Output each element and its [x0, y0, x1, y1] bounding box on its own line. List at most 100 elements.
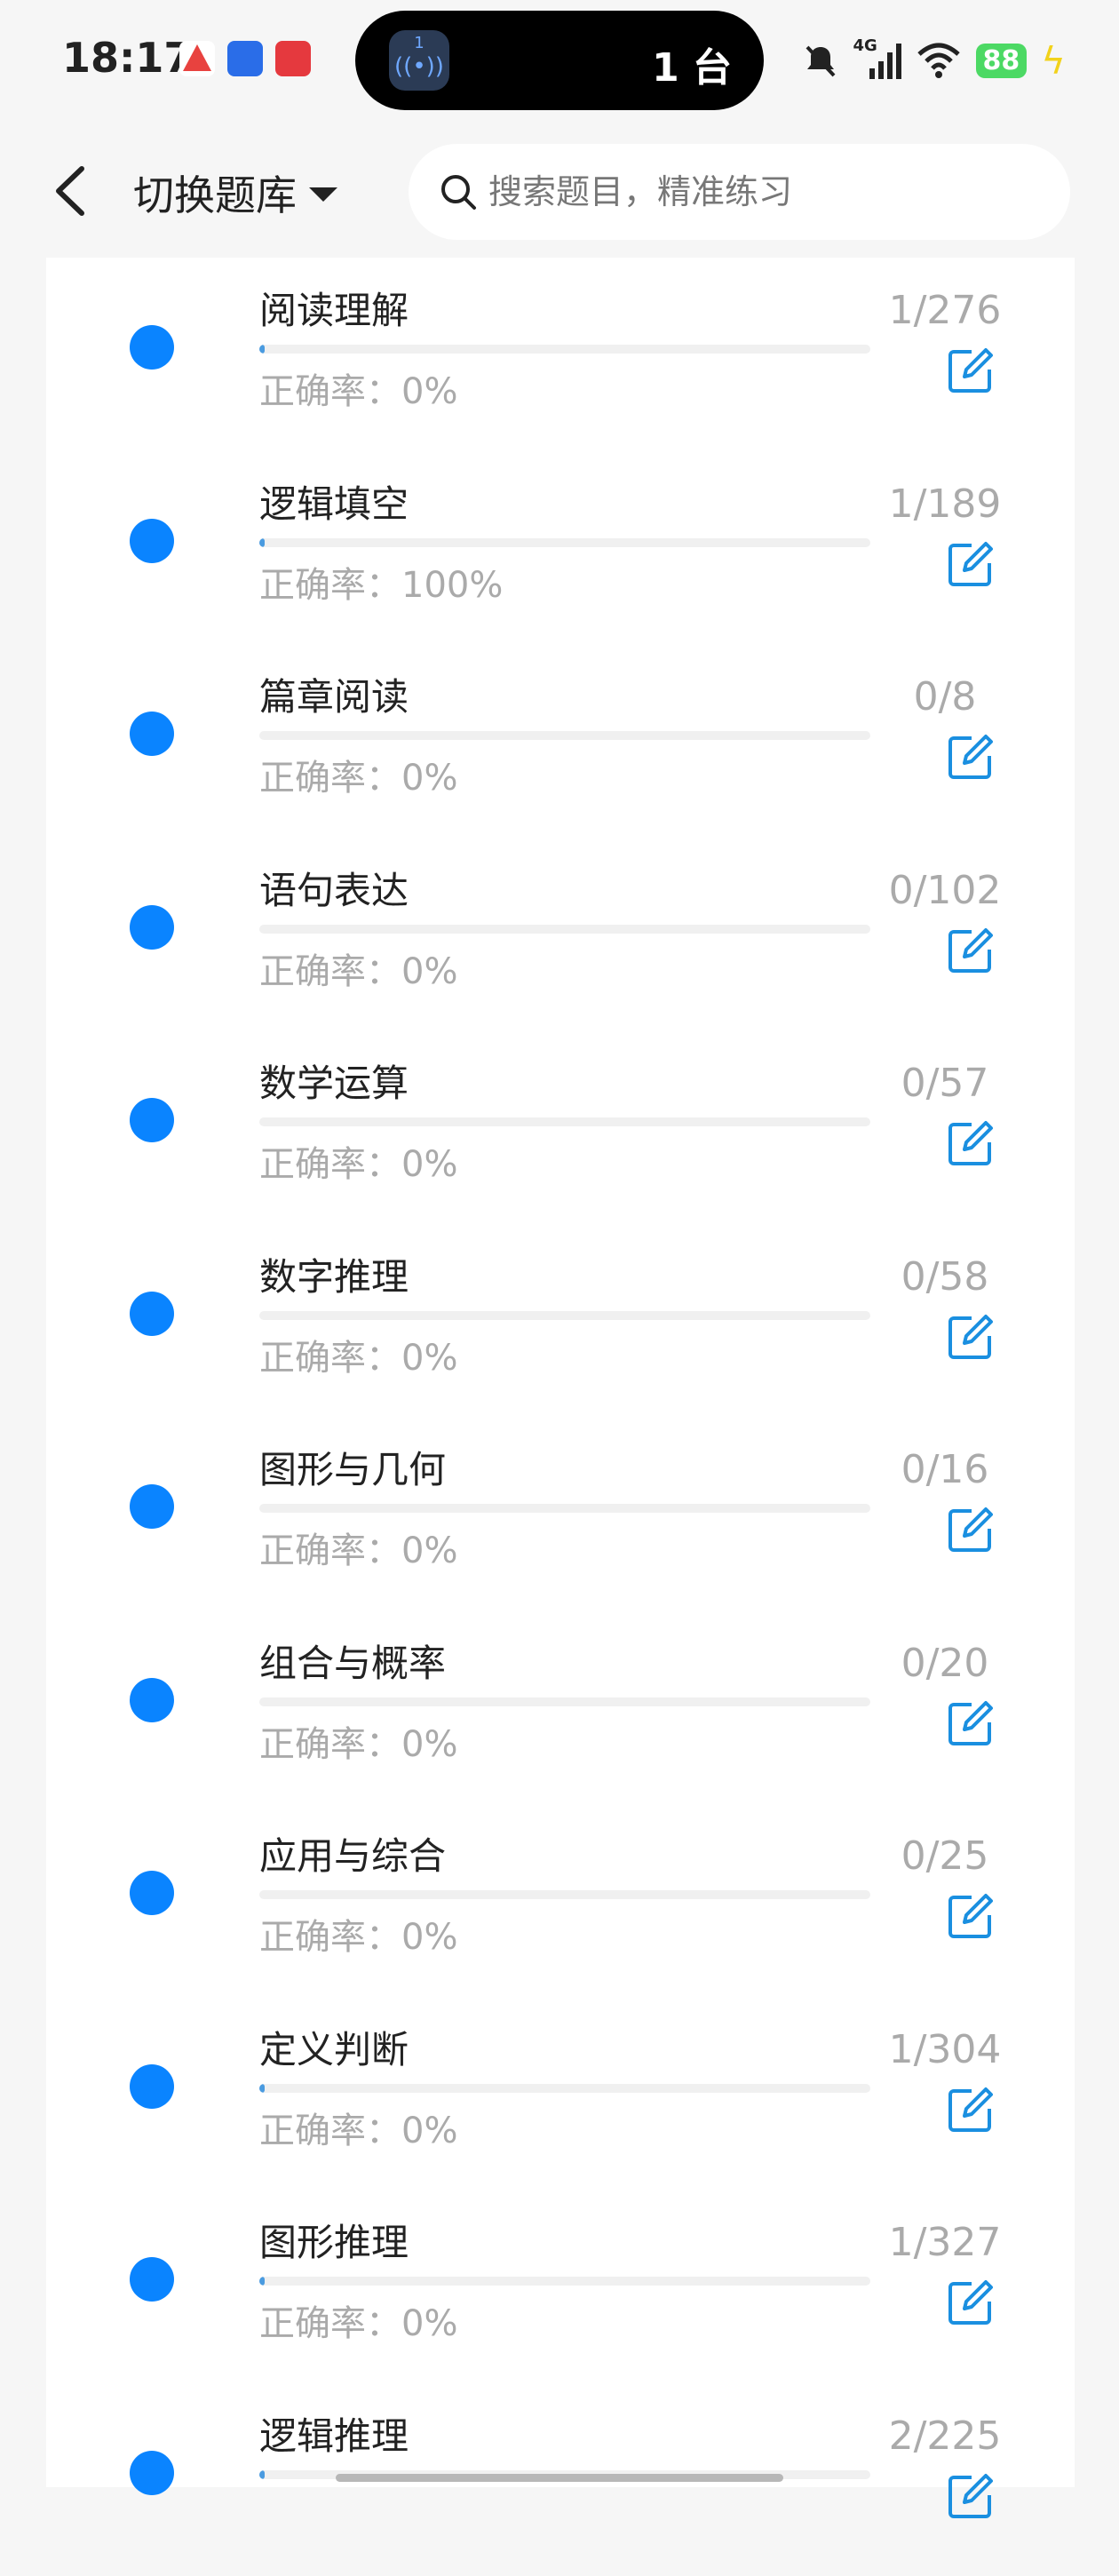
done-count: 0/16 — [901, 1447, 989, 1492]
category-title: 数字推理 — [259, 1254, 409, 1299]
status-dot — [130, 1871, 174, 1915]
status-dot — [130, 325, 174, 370]
category-title: 语句表达 — [259, 868, 409, 912]
list-item[interactable]: 图形与几何正确率：0% 0/16 — [46, 1417, 1075, 1610]
switch-bank-label: 切换题库 — [133, 171, 297, 219]
done-count: 0/20 — [901, 1640, 989, 1686]
signal-badge-icon: 1 ((•)) — [389, 30, 449, 91]
done-count: 1/189 — [888, 481, 1002, 527]
list-item[interactable]: 图形推理 正确率：0% 1/327 — [46, 2190, 1075, 2382]
notification-app-icon — [275, 41, 311, 76]
category-title: 数学运算 — [259, 1061, 409, 1105]
top-bar: 切换题库 — [0, 124, 1119, 258]
battery-level: 88 — [975, 43, 1028, 78]
done-count: 0/57 — [901, 1061, 989, 1106]
list-item[interactable]: 逻辑填空正确率：100% 1/189 — [46, 451, 1075, 644]
status-dot — [130, 2257, 174, 2302]
edit-practice-icon[interactable] — [945, 1890, 996, 1942]
signal-icon: 4G — [853, 36, 901, 81]
status-dot — [130, 2063, 174, 2109]
accuracy-rate: 正确率：0% — [259, 758, 458, 799]
done-count: 0/102 — [888, 867, 1002, 913]
category-title: 逻辑填空 — [259, 481, 409, 526]
progress-track — [259, 1504, 870, 1513]
status-dot — [130, 712, 174, 756]
progress-fill — [259, 345, 265, 354]
notification-app-icon — [179, 41, 215, 76]
done-count: 0/25 — [901, 1833, 989, 1879]
progress-fill — [259, 2469, 266, 2479]
list-item[interactable]: 组合与概率 正确率：0% 0/20 — [46, 1610, 1075, 1803]
category-title: 图形与几何 — [259, 1448, 447, 1491]
category-title: 篇章阅读 — [259, 675, 409, 719]
edit-practice-icon[interactable] — [945, 1504, 996, 1555]
edit-practice-icon[interactable] — [945, 538, 996, 590]
status-dot — [130, 1098, 174, 1142]
edit-practice-icon[interactable] — [945, 345, 996, 396]
search-input[interactable] — [487, 171, 1023, 212]
back-arrow-icon[interactable] — [46, 162, 96, 220]
edit-practice-icon[interactable] — [945, 1697, 996, 1749]
progress-track — [259, 731, 870, 740]
accuracy-rate: 正确率：0% — [259, 950, 458, 992]
edit-practice-icon[interactable] — [945, 1117, 996, 1169]
edit-practice-icon[interactable] — [945, 1311, 996, 1363]
list-item[interactable]: 语句表达正确率：0% 0/102 — [46, 838, 1075, 1030]
search-icon — [441, 175, 476, 210]
category-title: 定义判断 — [259, 2027, 409, 2071]
edit-practice-icon[interactable] — [945, 2470, 996, 2522]
progress-track — [259, 537, 870, 547]
edit-practice-icon[interactable] — [945, 2084, 996, 2135]
status-dot — [130, 2450, 174, 2495]
edit-practice-icon[interactable] — [945, 925, 996, 976]
accuracy-rate: 正确率：0% — [259, 1337, 458, 1379]
island-device-count: 1 台 — [652, 45, 732, 91]
status-dot — [130, 1291, 174, 1336]
list-item[interactable]: 篇章阅读正确率：0% 0/8 — [46, 644, 1075, 837]
category-title: 组合与概率 — [259, 1641, 447, 1685]
progress-track — [259, 1117, 870, 1126]
progress-fill — [259, 2277, 265, 2286]
accuracy-rate: 正确率：0% — [259, 1530, 458, 1571]
status-dot — [130, 1484, 174, 1529]
search-bar[interactable] — [409, 144, 1070, 240]
list-item[interactable]: 定义判断 正确率：0% 1/304 — [46, 1997, 1075, 2190]
progress-track — [259, 2277, 870, 2286]
list-item[interactable]: 数学运算正确率：0% 0/57 — [46, 1030, 1075, 1223]
accuracy-rate: 正确率：0% — [259, 1917, 458, 1958]
wifi-icon — [917, 43, 960, 78]
status-dot — [130, 1677, 174, 1722]
category-list: 阅读理解 正确率：0% 1/276 逻辑填空 正确率：100% 1/189 篇章阅读 正确率：… — [46, 258, 1075, 2518]
accuracy-rate: 正确率：100% — [259, 564, 504, 606]
status-bar: 18:17 1 ((•)) 1 台 4G 88 ϟ — [0, 0, 1119, 124]
category-title: 阅读理解 — [259, 289, 409, 332]
accuracy-rate: 正确率：0% — [259, 2303, 458, 2344]
category-title: 图形推理 — [259, 2221, 409, 2264]
edit-practice-icon[interactable] — [945, 731, 996, 783]
progress-track — [259, 1310, 870, 1320]
notification-app-icon — [227, 41, 263, 76]
list-item[interactable]: 应用与综合正确率：0% 0/25 — [46, 1803, 1075, 1996]
accuracy-rate: 正确率：0% — [259, 1144, 458, 1185]
done-count: 2/225 — [888, 2413, 1002, 2459]
progress-fill — [259, 2083, 265, 2093]
edit-practice-icon[interactable] — [945, 2277, 996, 2328]
category-title: 应用与综合 — [259, 1834, 447, 1878]
accuracy-rate: 正确率：0% — [259, 371, 458, 412]
progress-track — [259, 1890, 870, 1899]
dynamic-island[interactable]: 1 ((•)) 1 台 — [355, 11, 764, 110]
switch-question-bank-button[interactable]: 切换题库 — [133, 163, 337, 222]
done-count: 0/58 — [901, 1253, 989, 1300]
progress-track — [259, 1697, 870, 1706]
list-item[interactable]: 数字推理正确率：0% 0/58 — [46, 1224, 1075, 1417]
status-dot — [130, 518, 174, 563]
done-count: 1/304 — [888, 2026, 1002, 2072]
progress-track — [259, 2083, 870, 2093]
caret-down-icon — [309, 187, 337, 202]
list-item[interactable]: 阅读理解正确率：0% 1/276 — [46, 258, 1075, 450]
done-count: 1/276 — [888, 288, 1002, 333]
charging-icon: ϟ — [1041, 38, 1066, 83]
status-icons: 4G 88 ϟ — [802, 36, 1066, 85]
done-count: 0/8 — [913, 674, 977, 720]
scroll-indicator[interactable] — [336, 2474, 783, 2482]
